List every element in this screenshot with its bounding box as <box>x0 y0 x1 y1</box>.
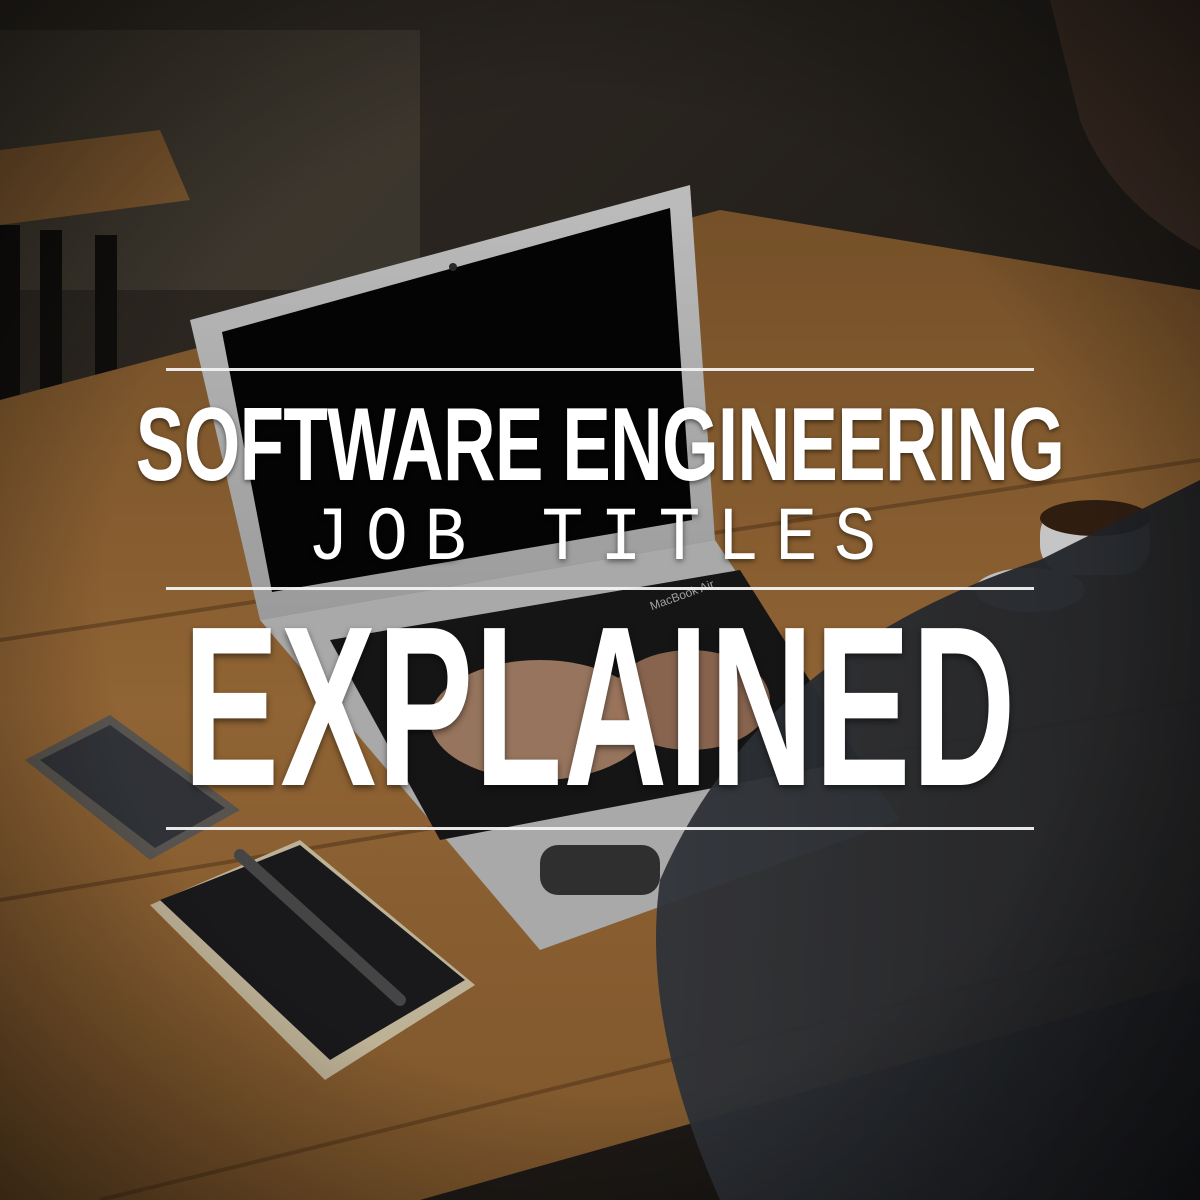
article-cover-image: MacBook Air SOFTWARE ENGINEERING JOB TIT… <box>0 0 1200 1200</box>
darken-overlay <box>0 0 1200 1200</box>
photo-background <box>0 0 1200 1200</box>
